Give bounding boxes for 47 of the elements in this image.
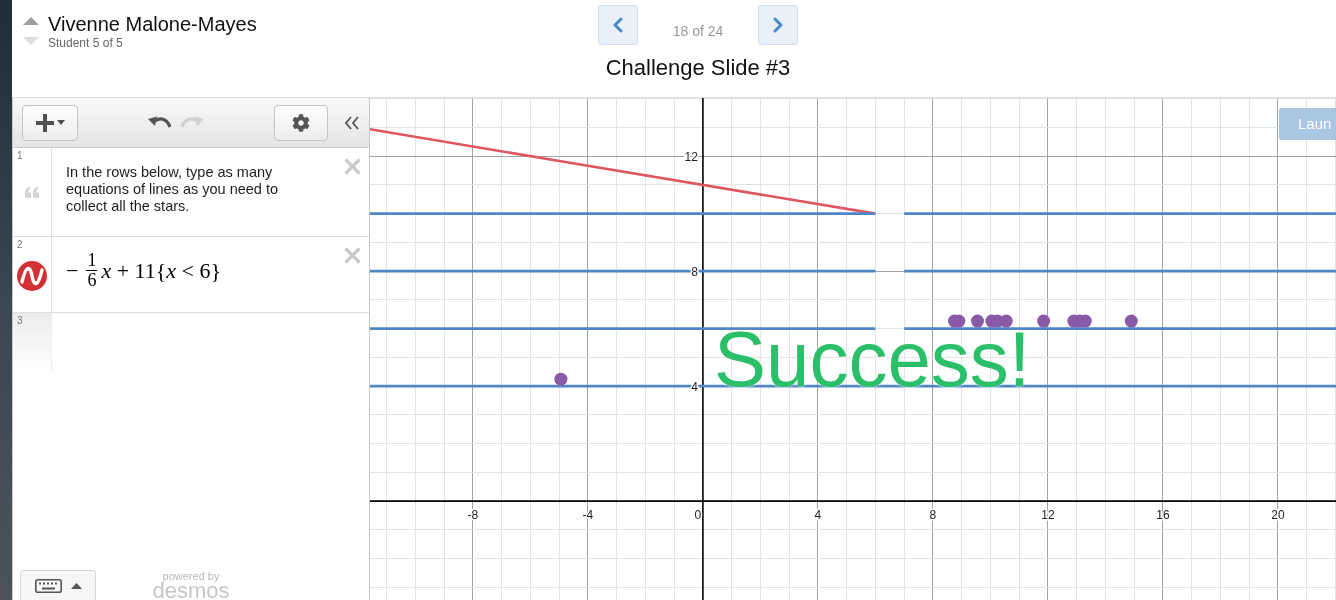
- axis-tick-label: 8: [929, 508, 937, 523]
- add-item-button[interactable]: [22, 104, 78, 141]
- axis-tick-label: 12: [684, 149, 698, 164]
- row-number: 1: [17, 150, 23, 162]
- chevron-left-icon: [613, 17, 623, 33]
- axis-tick-label: 4: [814, 508, 822, 523]
- powered-by-text: powered by: [162, 570, 220, 582]
- sine-wave-icon[interactable]: [17, 261, 47, 291]
- plot-point: [999, 314, 1013, 328]
- settings-button[interactable]: [274, 104, 328, 141]
- axis-tick-label: -4: [582, 508, 594, 523]
- up-caret-icon[interactable]: [23, 17, 39, 25]
- plot-point: [971, 314, 984, 328]
- axis-tick-label: 4: [691, 379, 698, 394]
- close-icon[interactable]: [344, 158, 361, 175]
- caret-up-icon: [70, 582, 82, 589]
- double-chevron-left-icon[interactable]: [344, 115, 360, 130]
- caret-down-icon: [56, 120, 65, 125]
- slide-counter: 18 of 24: [671, 22, 725, 40]
- axis-tick-label: 16: [1156, 508, 1170, 523]
- plot-point: [554, 372, 568, 386]
- student-name: Vivenne Malone-Mayes: [48, 12, 257, 36]
- axis-tick-label: 12: [1041, 508, 1055, 523]
- previous-slide-button[interactable]: [598, 5, 638, 45]
- plus-icon: [35, 113, 54, 132]
- axis-tick-label: 0: [694, 508, 702, 523]
- quote-icon: [25, 187, 39, 198]
- row-number: 2: [17, 239, 23, 251]
- axis-tick-label: 8: [691, 264, 698, 279]
- close-icon[interactable]: [344, 247, 361, 264]
- axis-tick-label: 20: [1271, 508, 1285, 523]
- desmos-logo[interactable]: desmos: [152, 582, 230, 600]
- row-number: 3: [17, 315, 23, 327]
- note-text: In the rows below, type as many equations of lines as you need to collect all the stars.: [66, 164, 279, 215]
- student-position: Student 5 of 5: [48, 36, 124, 50]
- chevron-right-icon: [773, 17, 783, 33]
- slide-title: Challenge Slide #3: [605, 55, 791, 81]
- settings-icon: [292, 113, 310, 132]
- launch-button[interactable]: Laun: [1279, 108, 1336, 140]
- success-message: Success!: [714, 330, 1031, 388]
- plot-point: [1037, 314, 1051, 328]
- undo-icon[interactable]: [147, 116, 171, 129]
- axis-tick-label: -8: [467, 508, 479, 523]
- keyboard-icon: [34, 578, 62, 593]
- plot-point: [1124, 314, 1138, 328]
- keyboard-button[interactable]: [20, 570, 96, 600]
- next-slide-button[interactable]: [758, 5, 798, 45]
